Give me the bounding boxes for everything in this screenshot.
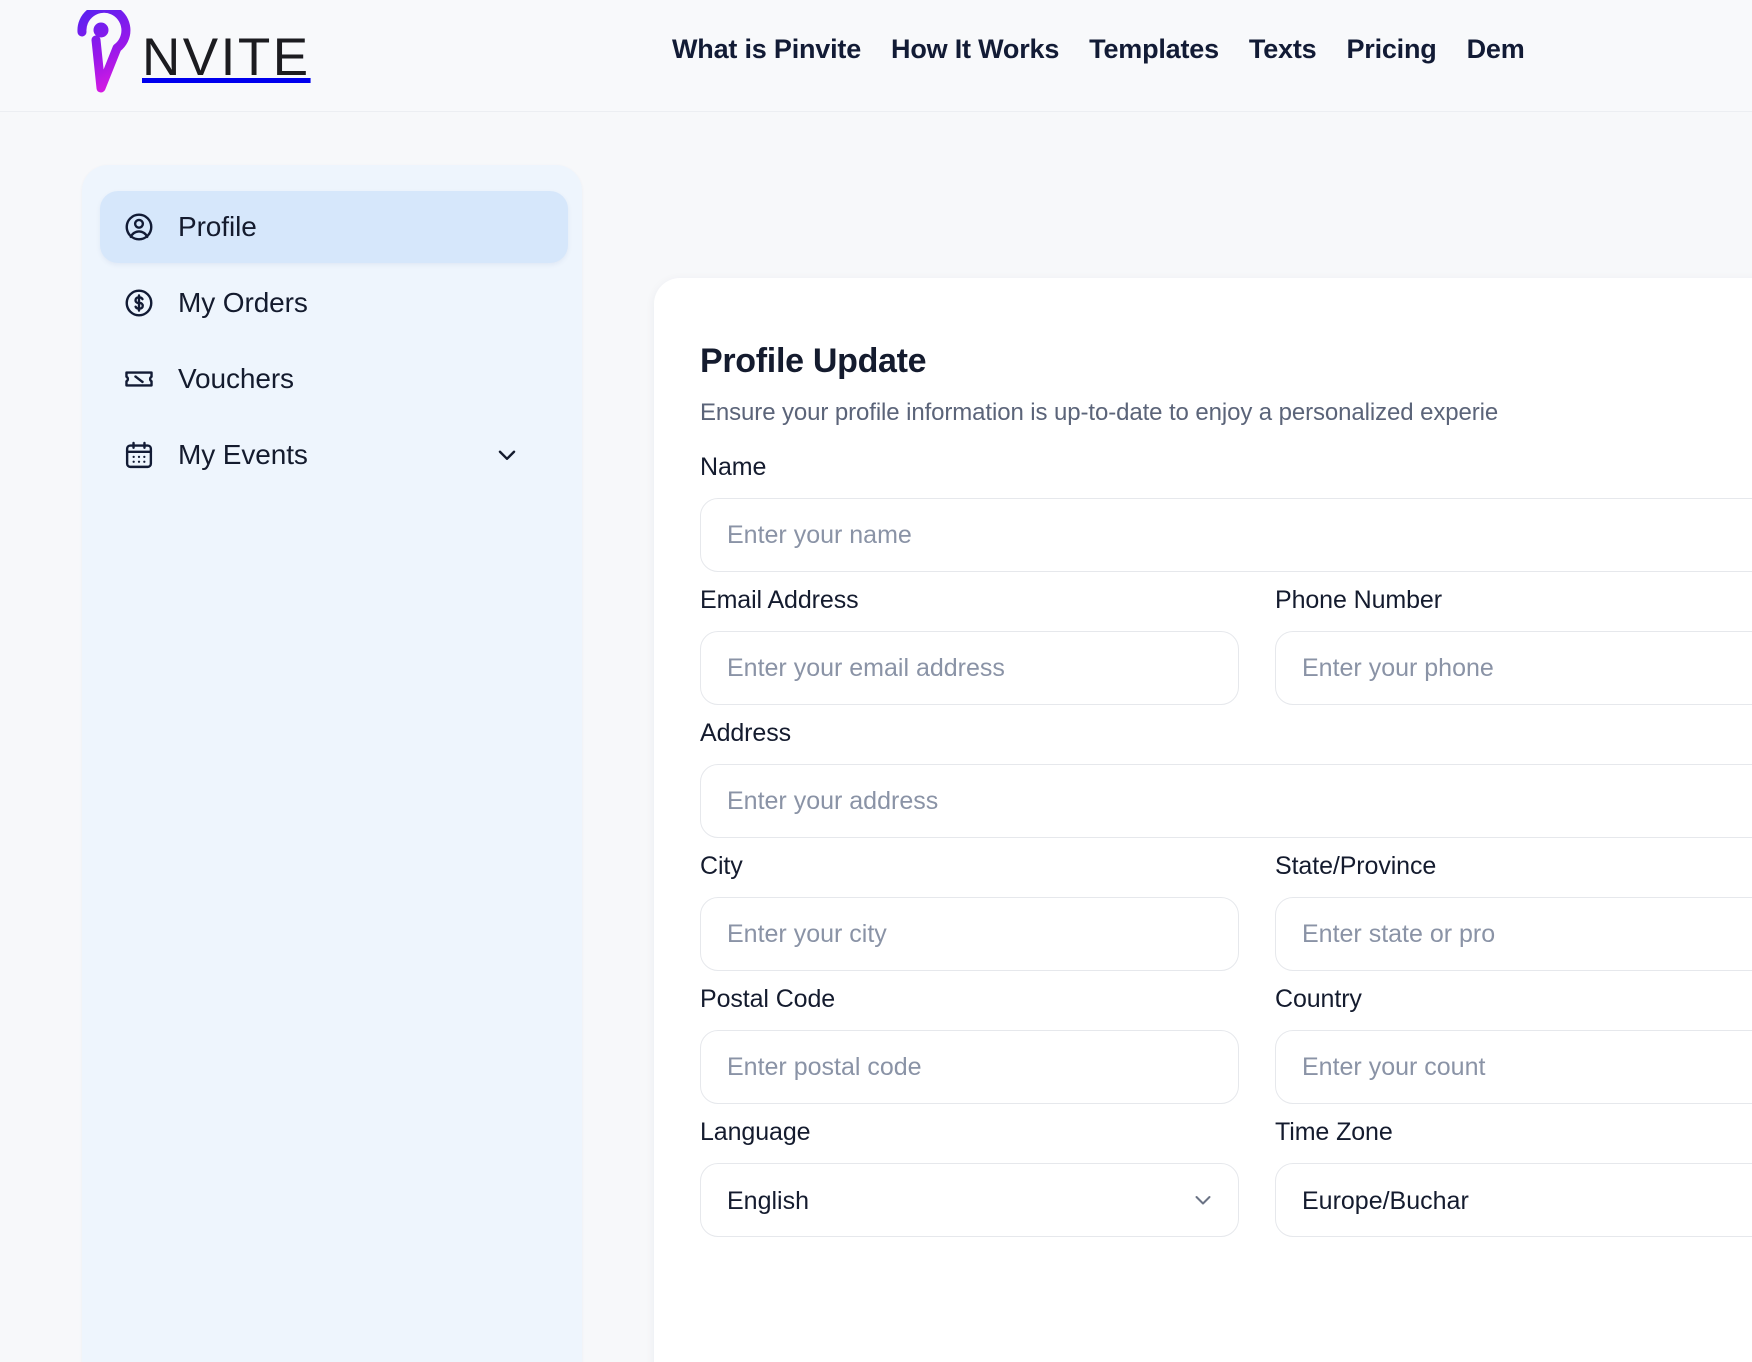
field-label-state: State/Province xyxy=(1275,852,1437,880)
chevron-down-icon[interactable] xyxy=(494,442,520,468)
timezone-select[interactable]: Europe/Buchar xyxy=(1275,1163,1752,1237)
pinvite-pin-logo-icon xyxy=(74,3,138,101)
form-row-address: Address xyxy=(700,719,1752,838)
field-label-email: Email Address xyxy=(700,586,859,614)
brand-logo[interactable]: NVITE xyxy=(74,3,311,96)
page-title: Profile Update xyxy=(700,342,927,380)
sidebar-item-vouchers[interactable]: Vouchers xyxy=(100,343,564,415)
form-row-postal-country: Postal Code Country xyxy=(700,985,1752,1104)
field-phone: Phone Number xyxy=(1275,586,1752,705)
nav-item-demo[interactable]: Dem xyxy=(1467,34,1525,65)
field-name: Name xyxy=(700,453,1752,572)
field-label-city: City xyxy=(700,852,743,880)
state-input[interactable] xyxy=(1275,897,1752,971)
form-row-email-phone: Email Address Phone Number xyxy=(700,586,1752,705)
field-language: Language English xyxy=(700,1118,1239,1237)
nav-item-pricing[interactable]: Pricing xyxy=(1346,34,1436,65)
brand-wordmark: NVITE xyxy=(142,28,311,87)
language-select-wrap: English xyxy=(700,1163,1239,1237)
field-label-timezone: Time Zone xyxy=(1275,1118,1393,1146)
field-label-country: Country xyxy=(1275,985,1362,1013)
phone-input[interactable] xyxy=(1275,631,1752,705)
sidebar-item-profile[interactable]: Profile xyxy=(100,191,568,263)
field-email: Email Address xyxy=(700,586,1239,705)
email-input[interactable] xyxy=(700,631,1239,705)
form-row-name: Name xyxy=(700,453,1752,572)
field-label-postal-code: Postal Code xyxy=(700,985,836,1013)
field-timezone: Time Zone Europe/Buchar xyxy=(1275,1118,1752,1237)
field-label-language: Language xyxy=(700,1118,811,1146)
form-row-language-timezone: Language English Time Zone Europe/Buchar xyxy=(700,1118,1752,1237)
field-state: State/Province xyxy=(1275,852,1752,971)
sidebar-item-label: Profile xyxy=(178,211,257,242)
profile-form: Name Email Address Phone Number Address xyxy=(700,453,1752,1237)
nav-item-what-is-pinvite[interactable]: What is Pinvite xyxy=(672,34,861,65)
field-country: Country xyxy=(1275,985,1752,1104)
account-sidebar: Profile My Orders Vouchers My Events xyxy=(82,165,582,1362)
dollar-circle-icon xyxy=(122,286,156,320)
sidebar-item-my-orders[interactable]: My Orders xyxy=(100,267,564,339)
sidebar-item-label: My Events xyxy=(178,439,308,470)
page-subtitle: Ensure your profile information is up-to… xyxy=(700,399,1499,426)
page-body: Profile My Orders Vouchers My Events Pro… xyxy=(0,112,1752,1362)
field-address: Address xyxy=(700,719,1752,838)
field-postal-code: Postal Code xyxy=(700,985,1239,1104)
calendar-icon xyxy=(122,438,156,472)
site-header: NVITE What is Pinvite How It Works Templ… xyxy=(0,0,1752,112)
postal-code-input[interactable] xyxy=(700,1030,1239,1104)
name-input[interactable] xyxy=(700,498,1752,572)
nav-item-templates[interactable]: Templates xyxy=(1089,34,1219,65)
profile-update-card: Profile Update Ensure your profile infor… xyxy=(654,278,1752,1362)
country-input[interactable] xyxy=(1275,1030,1752,1104)
sidebar-item-my-events[interactable]: My Events xyxy=(100,419,564,491)
sidebar-item-label: My Orders xyxy=(178,287,308,318)
voucher-percent-icon xyxy=(122,362,156,396)
field-label-name: Name xyxy=(700,453,767,481)
city-input[interactable] xyxy=(700,897,1239,971)
nav-item-texts[interactable]: Texts xyxy=(1249,34,1317,65)
main-navigation: What is Pinvite How It Works Templates T… xyxy=(672,34,1525,65)
field-label-phone: Phone Number xyxy=(1275,586,1442,614)
sidebar-item-label: Vouchers xyxy=(178,363,294,394)
address-input[interactable] xyxy=(700,764,1752,838)
language-select[interactable]: English xyxy=(700,1163,1239,1237)
field-city: City xyxy=(700,852,1239,971)
field-label-address: Address xyxy=(700,719,792,747)
form-row-city-state: City State/Province xyxy=(700,852,1752,971)
nav-item-how-it-works[interactable]: How It Works xyxy=(891,34,1059,65)
timezone-select-wrap: Europe/Buchar xyxy=(1275,1163,1752,1237)
user-circle-icon xyxy=(122,210,156,244)
